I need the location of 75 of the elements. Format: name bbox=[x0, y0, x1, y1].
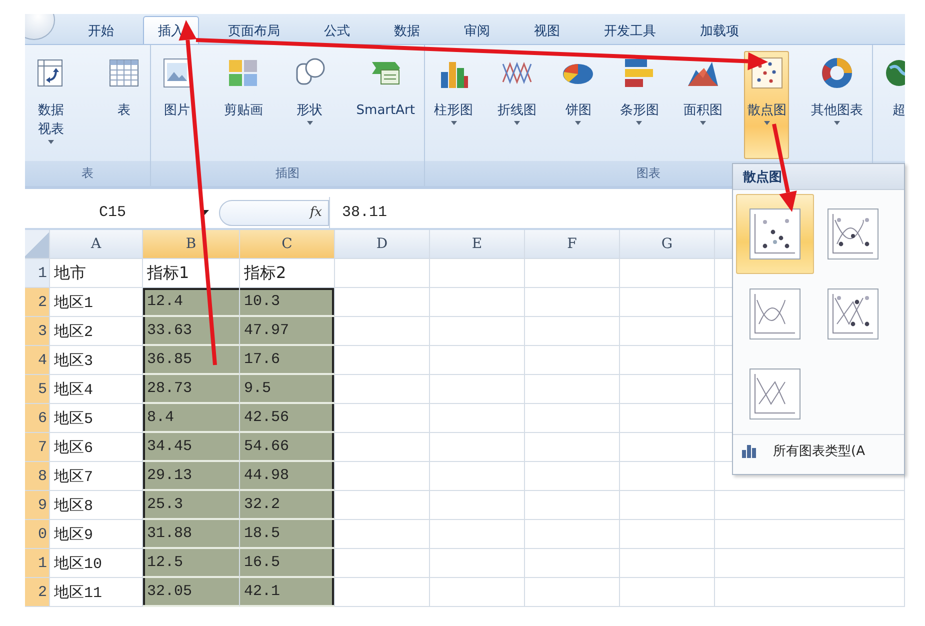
ribbon-button[interactable]: 图片 bbox=[157, 51, 197, 159]
table-cell: 地市 bbox=[50, 259, 143, 288]
ribbon-button[interactable]: 折线图 bbox=[494, 51, 540, 159]
row-header[interactable]: 7 bbox=[25, 433, 50, 462]
table-cell: 10.3 bbox=[240, 288, 335, 317]
table-cell: 42.1 bbox=[240, 578, 335, 607]
table-cell: 29.13 bbox=[143, 462, 240, 491]
row-header[interactable]: 6 bbox=[25, 404, 50, 433]
group-label: 图表 bbox=[636, 165, 660, 182]
row-header[interactable]: 0 bbox=[25, 520, 50, 549]
row-header[interactable]: 1 bbox=[25, 549, 50, 578]
ribbon-tab[interactable]: 数据 bbox=[379, 17, 435, 44]
table-cell: 28.73 bbox=[143, 375, 240, 404]
group-label: 插图 bbox=[276, 165, 300, 182]
row-header[interactable]: 8 bbox=[25, 462, 50, 491]
ribbon-tab[interactable]: 视图 bbox=[519, 17, 575, 44]
insert-function-button[interactable]: fx bbox=[219, 200, 329, 226]
table-cell: 12.4 bbox=[143, 288, 240, 317]
row-header[interactable]: 1 bbox=[25, 259, 50, 288]
ribbon-button[interactable]: 饼图 bbox=[558, 51, 598, 159]
table-cell: 31.88 bbox=[143, 520, 240, 549]
chart-type-option[interactable] bbox=[736, 194, 814, 274]
table-cell: 9.5 bbox=[240, 375, 335, 404]
row-header[interactable]: 2 bbox=[25, 578, 50, 607]
ribbon-button[interactable]: SmartArt bbox=[353, 51, 418, 159]
table-cell: 33.63 bbox=[143, 317, 240, 346]
ribbon-button[interactable]: 其他图表 bbox=[808, 51, 866, 159]
table-cell: 47.97 bbox=[240, 317, 335, 346]
ribbon-button[interactable]: 条形图 bbox=[616, 51, 662, 159]
table-cell: 36.85 bbox=[143, 346, 240, 375]
table-cell: 34.45 bbox=[143, 433, 240, 462]
table-cell: 18.5 bbox=[240, 520, 335, 549]
ribbon-button[interactable]: 面积图 bbox=[680, 51, 726, 159]
table-cell: 16.5 bbox=[240, 549, 335, 578]
name-box[interactable]: C15 bbox=[25, 204, 200, 221]
all-chart-types-link[interactable]: 所有图表类型(A bbox=[773, 442, 865, 460]
column-header[interactable]: D bbox=[335, 230, 430, 259]
column-header[interactable]: A bbox=[50, 230, 143, 259]
table-cell: 12.5 bbox=[143, 549, 240, 578]
table-cell: 25.3 bbox=[143, 491, 240, 520]
column-chart-icon bbox=[741, 444, 757, 458]
ribbon-tab[interactable]: 开始 bbox=[73, 17, 129, 44]
column-header[interactable]: E bbox=[430, 230, 525, 259]
donut-chart-icon bbox=[820, 56, 854, 90]
table-cell: 54.66 bbox=[240, 433, 335, 462]
ribbon-tab[interactable]: 公式 bbox=[309, 17, 365, 44]
ribbon-tab[interactable]: 审阅 bbox=[449, 17, 505, 44]
table-cell: 32.05 bbox=[143, 578, 240, 607]
table-cell: 44.98 bbox=[240, 462, 335, 491]
ribbon-tab[interactable]: 开发工具 bbox=[589, 17, 671, 44]
row-header[interactable]: 3 bbox=[25, 317, 50, 346]
row-header[interactable]: 9 bbox=[25, 491, 50, 520]
column-header[interactable]: F bbox=[525, 230, 620, 259]
table-cell: 8.4 bbox=[143, 404, 240, 433]
ribbon-button[interactable]: 形状 bbox=[290, 51, 330, 159]
table-cell: 42.56 bbox=[240, 404, 335, 433]
ribbon-tab[interactable]: 加载项 bbox=[685, 17, 754, 44]
ribbon-tab[interactable]: 页面布局 bbox=[213, 17, 295, 44]
ribbon-button[interactable]: 柱形图 bbox=[431, 51, 476, 159]
column-header[interactable]: G bbox=[620, 230, 715, 259]
ribbon-button[interactable]: 数据 视表 bbox=[31, 51, 71, 159]
row-header[interactable]: 4 bbox=[25, 346, 50, 375]
column-header[interactable]: B bbox=[143, 230, 240, 259]
formula-value[interactable]: 38.11 bbox=[329, 197, 388, 228]
table-cell: 17.6 bbox=[240, 346, 335, 375]
ribbon-button[interactable]: 表 bbox=[104, 51, 144, 159]
table-cell: 32.2 bbox=[240, 491, 335, 520]
ribbon-button[interactable]: 剪贴画 bbox=[220, 51, 266, 159]
gallery-title: 散点图 bbox=[733, 164, 904, 190]
row-header[interactable]: 5 bbox=[25, 375, 50, 404]
ribbon-button[interactable]: 超 bbox=[879, 51, 905, 159]
column-header[interactable]: C bbox=[240, 230, 335, 259]
group-label: 表 bbox=[82, 165, 94, 182]
ribbon-button[interactable]: 散点图 bbox=[744, 51, 790, 159]
row-header[interactable]: 2 bbox=[25, 288, 50, 317]
